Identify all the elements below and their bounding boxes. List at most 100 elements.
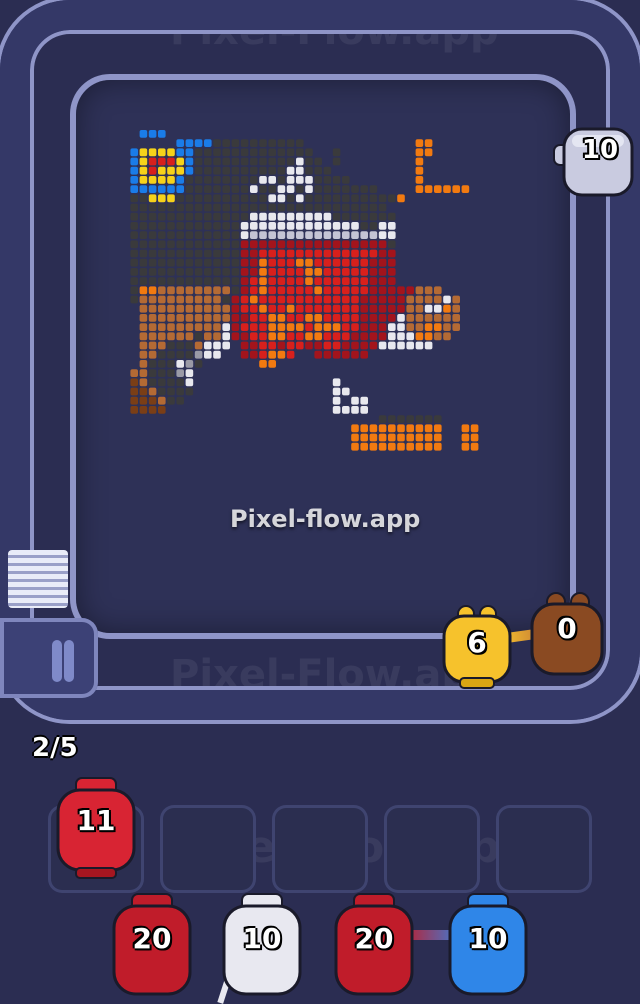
pixel-block (305, 295, 313, 304)
holding-pig-red[interactable]: 11 (54, 776, 138, 880)
pixel-block (250, 148, 258, 157)
pixel-block (314, 295, 322, 304)
conveyor-pig-gray[interactable]: 10 (552, 125, 636, 199)
pixel-block (286, 148, 295, 157)
pixel-block (323, 203, 332, 212)
pixel-block (240, 139, 249, 147)
queue-pig-4[interactable]: 10 (446, 892, 530, 996)
pixel-block (185, 387, 194, 396)
pixel-block (240, 286, 249, 295)
pixel-block (213, 314, 221, 322)
pixel-block (194, 249, 203, 258)
pixel-block (250, 350, 258, 359)
pixel-block (204, 157, 212, 166)
pixel-block (250, 286, 258, 295)
pixel-block (213, 139, 221, 147)
pixel-block (388, 194, 396, 203)
pixel-block (176, 396, 184, 405)
pixel-block (185, 332, 194, 341)
pixel-block (259, 212, 267, 221)
pixel-block (194, 166, 203, 175)
pixel-block (286, 323, 295, 331)
pixel-block (130, 286, 138, 295)
pixel-block (443, 304, 451, 313)
pixel-block (296, 231, 304, 239)
pixel-block (148, 249, 157, 258)
pixel-block (378, 341, 387, 350)
pixel-block (378, 231, 387, 239)
pixel-block (323, 295, 332, 304)
pixel-block (259, 185, 267, 193)
pixel-block (158, 249, 166, 258)
pixel-block (250, 194, 258, 203)
pixel-block (158, 323, 166, 331)
pixel-block (424, 314, 433, 322)
pixel-block (424, 424, 433, 433)
pixel-block (158, 332, 166, 341)
pixel-block (204, 286, 212, 295)
dock-coil (64, 640, 74, 682)
launcher-dock (0, 618, 98, 698)
pixel-block (222, 212, 230, 221)
pixel-block (213, 166, 221, 175)
pixel-block (434, 424, 442, 433)
pixel-block (213, 231, 221, 239)
pixel-block (277, 139, 286, 147)
pixel-block (204, 350, 212, 359)
pixel-block (415, 415, 424, 423)
pixel-block (176, 378, 184, 387)
pixel-block (351, 258, 359, 267)
queue-pig-1[interactable]: 20 (110, 892, 194, 996)
pixel-block (176, 203, 184, 212)
pixel-block (176, 148, 184, 157)
pixel-block (305, 194, 313, 203)
pixel-block (268, 360, 276, 368)
pixel-block (296, 157, 304, 166)
holding-slot[interactable] (384, 805, 480, 893)
holding-slot[interactable] (160, 805, 256, 893)
holding-slot[interactable] (496, 805, 592, 893)
pixel-block (314, 176, 322, 184)
pixel-block (240, 148, 249, 157)
pixel-block (148, 350, 157, 359)
pixel-block (323, 323, 332, 331)
pixel-block (286, 277, 295, 285)
pixel-block (415, 185, 424, 193)
conveyor-pig-brown[interactable]: 0 (528, 592, 606, 682)
pixel-block (167, 249, 175, 258)
pixel-block (388, 323, 396, 331)
conveyor-pig-yellow[interactable]: 6 (440, 604, 514, 690)
pixel-block (342, 341, 350, 350)
pixel-block (231, 295, 240, 304)
pixel-block (268, 341, 276, 350)
pixel-block (342, 350, 350, 359)
pixel-block (250, 166, 258, 175)
pixel-block (406, 424, 414, 433)
pixel-block (434, 323, 442, 331)
queue-pig-3[interactable]: 20 (332, 892, 416, 996)
pixel-block (139, 360, 148, 368)
pixel-block (185, 157, 194, 166)
pixel-block (397, 415, 405, 423)
pixel-block (277, 295, 286, 304)
pixel-block (378, 258, 387, 267)
pixel-block (259, 166, 267, 175)
pixel-block (296, 222, 304, 230)
pixel-block (388, 295, 396, 304)
pixel-block (388, 433, 396, 442)
pixel-block (268, 258, 276, 267)
queue-pig-2[interactable]: 10 (220, 892, 304, 996)
pixel-block (259, 249, 267, 258)
pixel-block (139, 387, 148, 396)
pixel-block (240, 258, 249, 267)
pixel-block (369, 212, 378, 221)
pixel-block (415, 341, 424, 350)
pig-count: 20 (354, 922, 394, 955)
pig-count: 0 (557, 612, 577, 645)
holding-slot[interactable] (272, 805, 368, 893)
pixel-block (158, 231, 166, 239)
pixel-block (314, 277, 322, 285)
pixel-block (139, 212, 148, 221)
pixel-block (443, 295, 451, 304)
pixel-block (296, 314, 304, 322)
